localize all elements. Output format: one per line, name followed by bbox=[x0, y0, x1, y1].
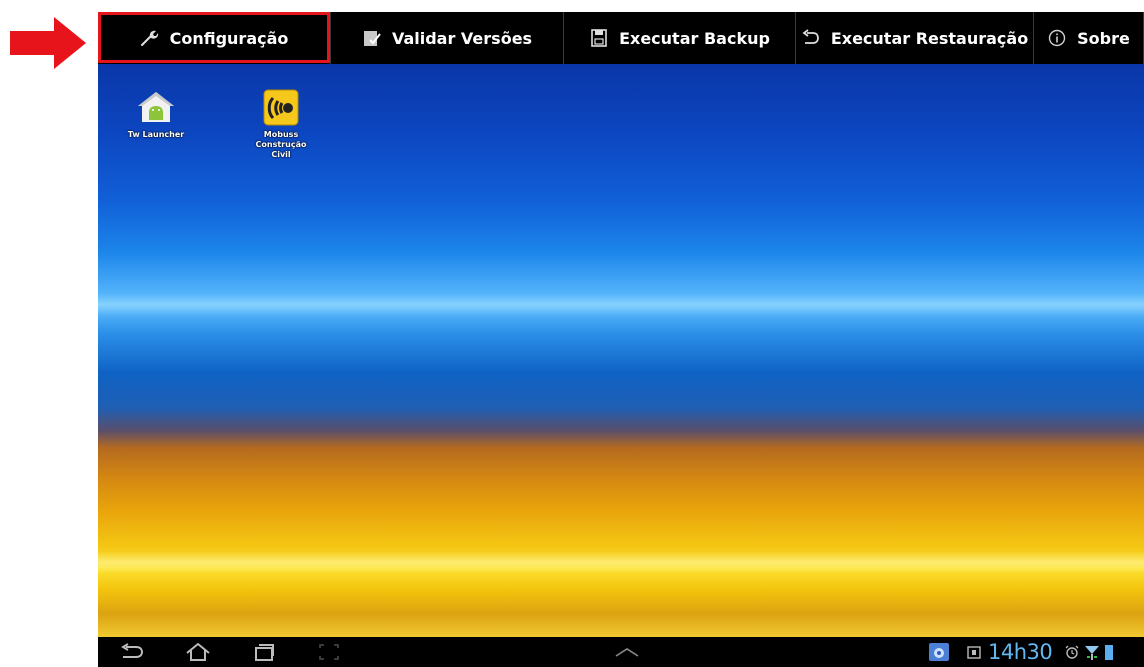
app-label: Tw Launcher bbox=[127, 130, 185, 139]
back-button[interactable] bbox=[116, 641, 148, 663]
android-home-icon bbox=[138, 92, 174, 122]
app-mobuss-construcao-civil[interactable]: Mobuss Construção Civil bbox=[226, 88, 336, 160]
sd-card-icon bbox=[967, 646, 981, 659]
action-bar: Configuração Validar Versões Executar Ba… bbox=[98, 12, 1144, 65]
app-label: Mobuss Construção Civil bbox=[255, 130, 307, 159]
screenshot-stage: Configuração Validar Versões Executar Ba… bbox=[0, 0, 1144, 667]
screenshot-button[interactable] bbox=[313, 641, 345, 663]
app-tw-launcher[interactable]: Tw Launcher bbox=[101, 88, 211, 140]
tab-executar-restauracao[interactable]: Executar Restauração bbox=[796, 12, 1034, 64]
tab-executar-backup[interactable]: Executar Backup bbox=[564, 12, 796, 64]
undo-arrow-icon bbox=[801, 28, 821, 48]
tablet-screen: Configuração Validar Versões Executar Ba… bbox=[98, 12, 1144, 667]
app-notification-icon bbox=[929, 643, 949, 661]
tab-label: Executar Backup bbox=[619, 28, 770, 48]
wifi-signal-icon bbox=[1085, 646, 1099, 660]
alarm-clock-icon bbox=[1065, 645, 1079, 659]
back-arrow-icon bbox=[121, 643, 144, 658]
app-menu-button[interactable] bbox=[610, 641, 644, 663]
screenshot-icon bbox=[319, 644, 339, 660]
system-navigation-bar: 14h30 bbox=[98, 637, 1144, 667]
home-button[interactable] bbox=[182, 641, 214, 663]
home-icon bbox=[186, 642, 210, 661]
tab-label: Executar Restauração bbox=[830, 28, 1029, 48]
mobuss-logo-icon bbox=[263, 89, 299, 126]
info-icon bbox=[1047, 28, 1067, 48]
chevron-up-icon bbox=[615, 648, 639, 657]
notification-app[interactable] bbox=[926, 641, 952, 663]
tab-label: Sobre bbox=[1077, 28, 1130, 48]
wrench-icon bbox=[140, 28, 160, 48]
tab-configuracao[interactable]: Configuração bbox=[98, 12, 331, 64]
notification-sd-card[interactable] bbox=[964, 641, 984, 663]
tab-validar-versoes[interactable]: Validar Versões bbox=[331, 12, 564, 64]
floppy-disk-icon bbox=[589, 28, 609, 48]
annotation-arrow-icon bbox=[10, 17, 86, 69]
battery-status bbox=[1102, 641, 1116, 663]
recent-apps-button[interactable] bbox=[248, 641, 280, 663]
status-clock[interactable]: 14h30 bbox=[988, 639, 1053, 665]
alarm-status bbox=[1063, 641, 1081, 663]
tab-label: Validar Versões bbox=[391, 28, 533, 48]
signal-status bbox=[1083, 641, 1101, 663]
battery-icon bbox=[1105, 645, 1113, 660]
tab-sobre[interactable]: Sobre bbox=[1034, 12, 1144, 64]
tab-label: Configuração bbox=[169, 28, 289, 48]
checklist-icon bbox=[362, 28, 382, 48]
recent-apps-icon bbox=[255, 644, 274, 661]
